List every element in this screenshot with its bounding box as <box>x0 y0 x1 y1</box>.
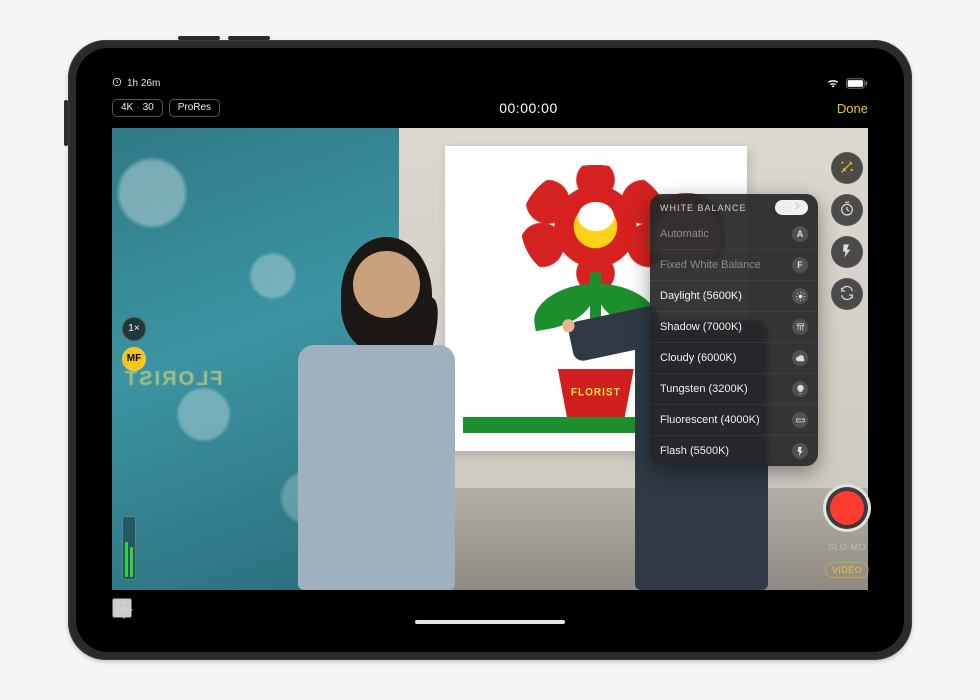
flip-camera-icon <box>839 285 855 304</box>
record-button[interactable] <box>823 484 871 532</box>
white-balance-option[interactable]: Fixed White Balance F <box>650 249 818 280</box>
flash-icon <box>839 243 855 262</box>
mirrored-sign: FLORIST <box>123 368 223 391</box>
zoom-level-button[interactable]: 1× <box>122 317 146 341</box>
focus-mode-label: MF <box>127 353 141 364</box>
white-balance-title: WHITE BALANCE <box>660 203 747 213</box>
recording-time-remaining: 1h 26m <box>127 78 160 89</box>
volume-down-hw-button <box>228 36 270 40</box>
volume-up-hw-button <box>178 36 220 40</box>
white-balance-option[interactable]: Daylight (5600K) <box>650 280 818 311</box>
white-balance-option-icon <box>792 412 808 428</box>
power-hw-button <box>64 100 68 146</box>
white-balance-option-label: Fixed White Balance <box>660 259 761 271</box>
done-button[interactable]: Done <box>837 101 868 116</box>
battery-icon <box>846 78 868 89</box>
white-balance-option-label: Daylight (5600K) <box>660 290 742 302</box>
flip-camera-button[interactable] <box>831 278 863 310</box>
person-left <box>278 230 475 590</box>
ipad-device-frame: 1h 26m 4K <box>68 40 912 660</box>
white-balance-option-icon <box>792 443 808 459</box>
focus-mode-button[interactable]: MF <box>122 347 146 371</box>
white-balance-option-icon <box>792 288 808 304</box>
white-balance-option-label: Fluorescent (4000K) <box>660 414 760 426</box>
status-bar: 1h 26m <box>98 74 882 92</box>
white-balance-option-label: Automatic <box>660 228 709 240</box>
white-balance-option-label: Flash (5500K) <box>660 445 729 457</box>
white-balance-option-label: Cloudy (6000K) <box>660 352 736 364</box>
mode-slomo-label[interactable]: SLO-MO <box>828 542 866 552</box>
white-balance-option-icon <box>792 350 808 366</box>
white-balance-option[interactable]: Tungsten (3200K) <box>650 373 818 404</box>
clock-icon <box>112 77 122 90</box>
wifi-icon <box>826 78 840 88</box>
white-balance-popover: WHITE BALANCE ··· Automatic A Fixed White … <box>650 194 818 466</box>
white-balance-option-icon: A <box>792 226 808 242</box>
white-balance-option-label: Tungsten (3200K) <box>660 383 748 395</box>
timecode-display: 00:00:00 <box>499 100 558 116</box>
top-toolbar: 4K · 30 ProRes 00:00:00 Done <box>98 94 882 122</box>
white-balance-option[interactable]: Cloudy (6000K) <box>650 342 818 373</box>
mode-video-label[interactable]: VIDEO <box>825 562 869 578</box>
zoom-level-label: 1× <box>128 323 139 334</box>
chevron-right-icon <box>795 202 801 213</box>
timer-icon <box>839 201 855 220</box>
timer-button[interactable] <box>831 194 863 226</box>
white-balance-more-button[interactable]: ··· <box>775 200 808 215</box>
codec-button[interactable]: ProRes <box>169 99 220 117</box>
white-balance-option-icon <box>792 319 808 335</box>
flash-button[interactable] <box>831 236 863 268</box>
white-balance-option[interactable]: Flash (5500K) <box>650 435 818 466</box>
resolution-fps-button[interactable]: 4K · 30 <box>112 99 163 117</box>
white-balance-option-icon <box>792 381 808 397</box>
white-balance-option-label: Shadow (7000K) <box>660 321 742 333</box>
resolution-label: 4K <box>121 103 133 113</box>
poster-pot-label: FLORIST <box>571 387 621 399</box>
more-ellipsis: ··· <box>782 202 792 213</box>
white-balance-option[interactable]: Shadow (7000K) <box>650 311 818 342</box>
settings-button[interactable] <box>112 598 132 618</box>
record-indicator-icon <box>830 491 864 525</box>
wand-icon <box>839 159 855 178</box>
gear-icon <box>114 608 134 623</box>
white-balance-option-icon: F <box>792 257 808 273</box>
white-balance-option[interactable]: Automatic A <box>650 219 818 249</box>
codec-label: ProRes <box>178 103 211 113</box>
screen: 1h 26m 4K <box>98 74 882 630</box>
separator-dot: · <box>136 103 139 113</box>
framerate-label: 30 <box>143 103 154 113</box>
home-indicator[interactable] <box>415 620 565 624</box>
right-control-column: SLO-MO VIDEO <box>824 152 870 578</box>
white-balance-option[interactable]: Fluorescent (4000K) <box>650 404 818 435</box>
audio-level-meter <box>122 516 136 580</box>
wand-button[interactable] <box>831 152 863 184</box>
